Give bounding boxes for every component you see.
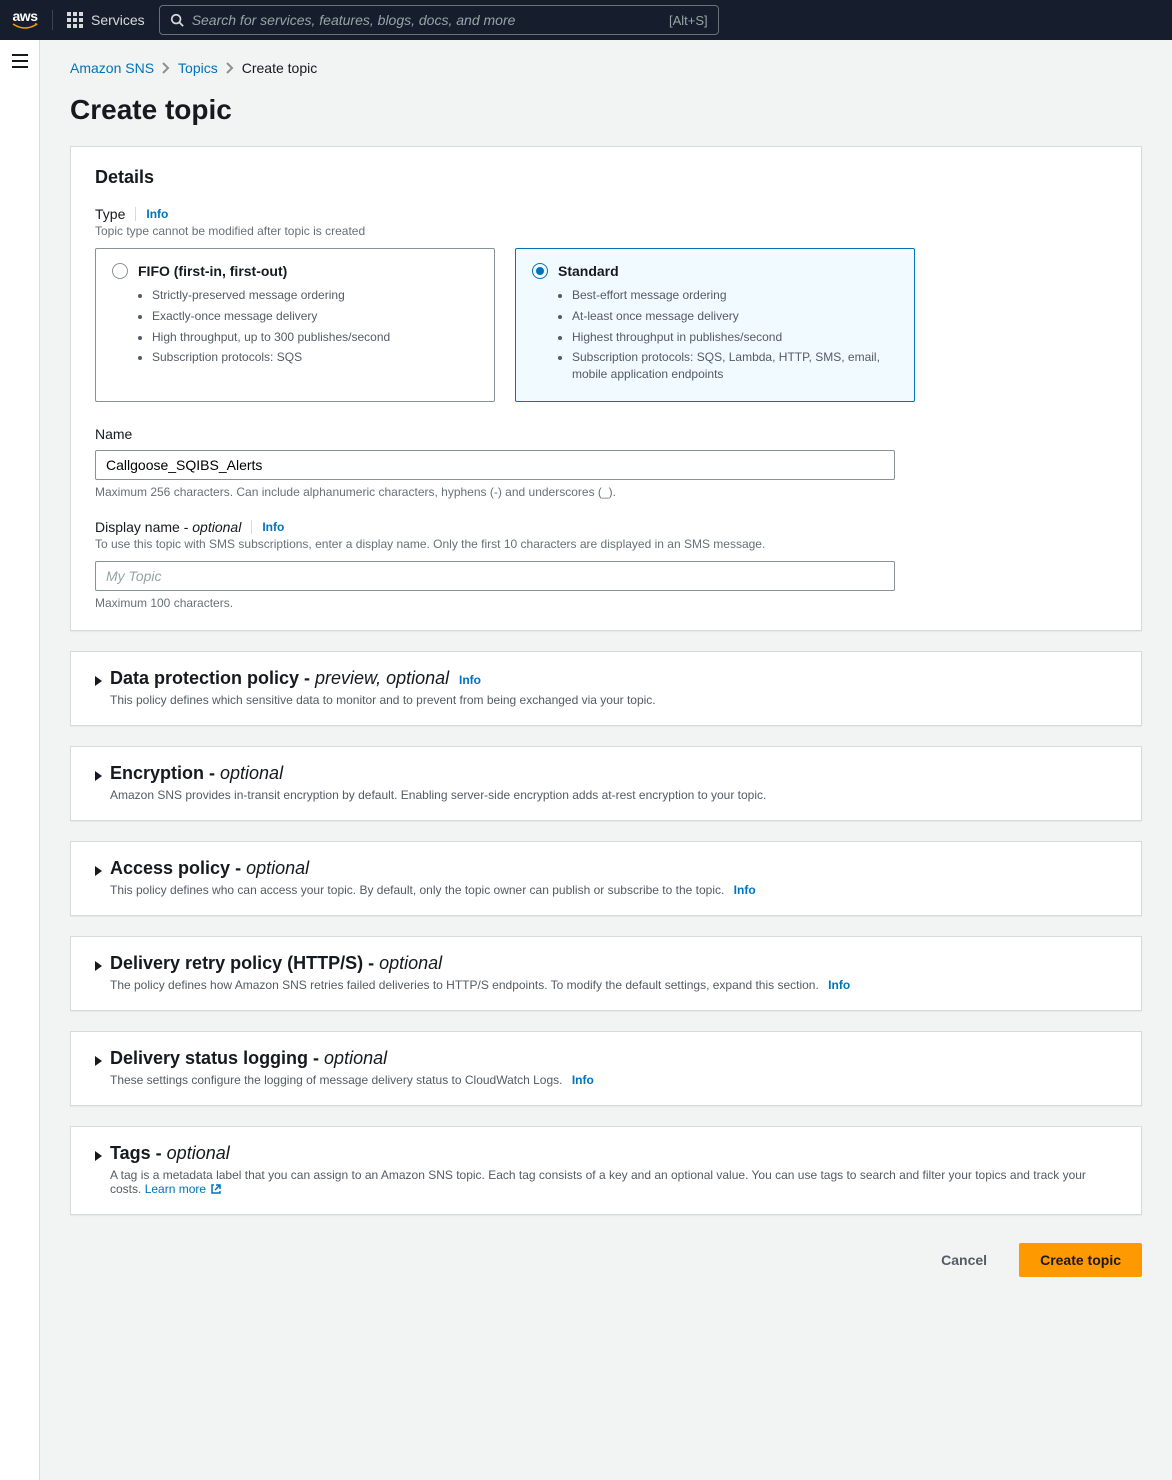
info-link[interactable]: Info xyxy=(734,883,756,897)
divider xyxy=(251,520,252,534)
side-rail xyxy=(0,40,40,1480)
expander-toggle[interactable]: Delivery retry policy (HTTP/S) - optiona… xyxy=(95,953,1117,992)
section-desc: These settings configure the logging of … xyxy=(110,1073,1117,1087)
services-menu-button[interactable]: Services xyxy=(67,12,145,28)
radio-icon xyxy=(532,263,548,279)
hamburger-icon[interactable] xyxy=(12,54,28,68)
section-title: Data protection policy - preview, option… xyxy=(110,668,449,688)
section-tags: Tags - optional A tag is a metadata labe… xyxy=(70,1126,1142,1215)
section-title: Access policy - optional xyxy=(110,858,309,878)
name-label: Name xyxy=(95,426,132,442)
cancel-button[interactable]: Cancel xyxy=(921,1243,1007,1277)
section-title: Tags - optional xyxy=(110,1143,230,1163)
section-data-protection-policy: Data protection policy - preview, option… xyxy=(70,651,1142,726)
display-name-input[interactable] xyxy=(95,561,895,591)
name-input[interactable] xyxy=(95,450,895,480)
display-name-label: Display name - optional xyxy=(95,519,241,535)
type-option-standard[interactable]: Standard Best-effort message ordering At… xyxy=(515,248,915,402)
display-help-text: To use this topic with SMS subscriptions… xyxy=(95,537,1117,551)
section-delivery-retry-policy: Delivery retry policy (HTTP/S) - optiona… xyxy=(70,936,1142,1011)
info-link[interactable]: Info xyxy=(828,978,850,992)
section-title: Delivery status logging - optional xyxy=(110,1048,387,1068)
fifo-title: FIFO (first-in, first-out) xyxy=(138,263,287,279)
grid-icon xyxy=(67,12,83,28)
section-delivery-status-logging: Delivery status logging - optional These… xyxy=(70,1031,1142,1106)
caret-right-icon xyxy=(95,961,102,971)
type-label: Type xyxy=(95,206,125,222)
standard-title: Standard xyxy=(558,263,619,279)
search-input[interactable] xyxy=(192,12,669,28)
footer-actions: Cancel Create topic xyxy=(70,1243,1142,1277)
main-content: Amazon SNS Topics Create topic Create to… xyxy=(40,40,1172,1480)
section-access-policy: Access policy - optional This policy def… xyxy=(70,841,1142,916)
learn-more-link[interactable]: Learn more xyxy=(145,1182,222,1196)
search-icon xyxy=(170,13,184,27)
type-option-fifo[interactable]: FIFO (first-in, first-out) Strictly-pres… xyxy=(95,248,495,402)
services-label: Services xyxy=(91,12,145,28)
breadcrumb-current: Create topic xyxy=(242,60,317,76)
chevron-right-icon xyxy=(226,62,234,74)
details-heading: Details xyxy=(95,167,1117,188)
global-search[interactable]: [Alt+S] xyxy=(159,5,719,35)
section-title: Delivery retry policy (HTTP/S) - optiona… xyxy=(110,953,442,973)
expander-toggle[interactable]: Tags - optional A tag is a metadata labe… xyxy=(95,1143,1117,1196)
standard-bullets: Best-effort message ordering At-least on… xyxy=(532,287,898,383)
section-desc: This policy defines which sensitive data… xyxy=(110,693,1117,707)
type-help-text: Topic type cannot be modified after topi… xyxy=(95,224,1117,238)
info-link[interactable]: Info xyxy=(459,673,481,687)
search-shortcut-hint: [Alt+S] xyxy=(669,13,708,28)
section-title: Encryption - optional xyxy=(110,763,283,783)
breadcrumb-topics[interactable]: Topics xyxy=(178,60,218,76)
external-link-icon xyxy=(210,1183,222,1195)
section-desc: The policy defines how Amazon SNS retrie… xyxy=(110,978,1117,992)
display-info-link[interactable]: Info xyxy=(262,520,284,534)
breadcrumb-root[interactable]: Amazon SNS xyxy=(70,60,154,76)
expander-toggle[interactable]: Encryption - optional Amazon SNS provide… xyxy=(95,763,1117,802)
details-panel: Details Type Info Topic type cannot be m… xyxy=(70,146,1142,631)
caret-right-icon xyxy=(95,866,102,876)
divider xyxy=(135,207,136,221)
radio-icon xyxy=(112,263,128,279)
section-desc: This policy defines who can access your … xyxy=(110,883,1117,897)
section-desc: Amazon SNS provides in-transit encryptio… xyxy=(110,788,1117,802)
section-desc: A tag is a metadata label that you can a… xyxy=(110,1168,1117,1196)
section-encryption: Encryption - optional Amazon SNS provide… xyxy=(70,746,1142,821)
expander-toggle[interactable]: Access policy - optional This policy def… xyxy=(95,858,1117,897)
name-help-text: Maximum 256 characters. Can include alph… xyxy=(95,485,1117,499)
chevron-right-icon xyxy=(162,62,170,74)
caret-right-icon xyxy=(95,1151,102,1161)
page-title: Create topic xyxy=(70,94,1142,126)
caret-right-icon xyxy=(95,1056,102,1066)
display-below-help: Maximum 100 characters. xyxy=(95,596,1117,610)
create-topic-button[interactable]: Create topic xyxy=(1019,1243,1142,1277)
top-navigation: aws Services [Alt+S] xyxy=(0,0,1172,40)
aws-logo[interactable]: aws xyxy=(12,9,38,31)
caret-right-icon xyxy=(95,771,102,781)
expander-toggle[interactable]: Delivery status logging - optional These… xyxy=(95,1048,1117,1087)
info-link[interactable]: Info xyxy=(572,1073,594,1087)
divider xyxy=(52,10,53,30)
fifo-bullets: Strictly-preserved message ordering Exac… xyxy=(112,287,478,366)
caret-right-icon xyxy=(95,676,102,686)
expander-toggle[interactable]: Data protection policy - preview, option… xyxy=(95,668,1117,707)
type-info-link[interactable]: Info xyxy=(146,207,168,221)
breadcrumb: Amazon SNS Topics Create topic xyxy=(70,60,1142,76)
